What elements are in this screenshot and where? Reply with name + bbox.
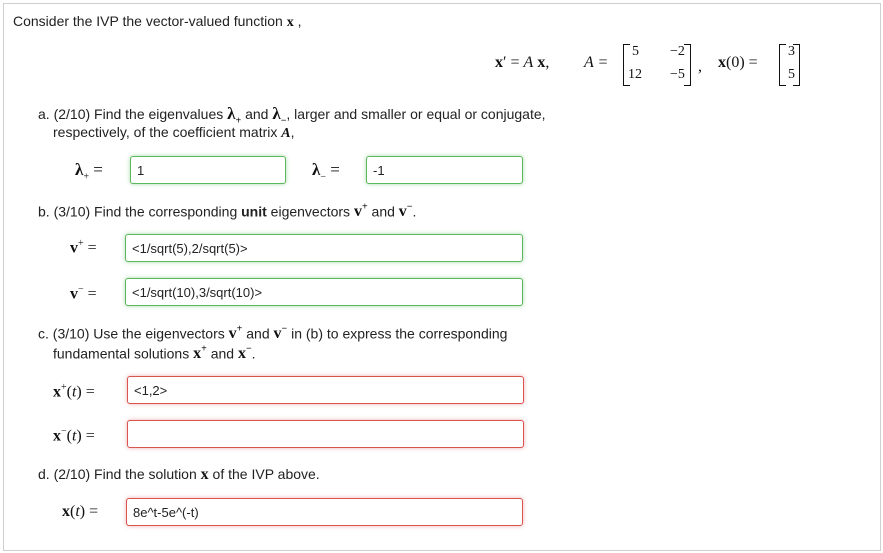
x-solution-input[interactable]: 8e^t-5e^(-t) (126, 498, 523, 526)
matrix-A-label: A = (584, 54, 609, 71)
x-solution-label: x(t) = (62, 503, 99, 520)
left-bracket (779, 44, 786, 86)
lambda-minus-label: λ− = (312, 160, 340, 183)
lambda-plus-label: λ+ = (75, 160, 103, 183)
part-c-text: c. (3/10) Use the eigenvectors v+ and v−… (38, 324, 508, 343)
matrix-entry: 12 (628, 67, 642, 82)
x-plus-label: x+(t) = (53, 382, 95, 401)
matrix-entry: −2 (670, 44, 685, 59)
initial-condition-label: x(0) = (718, 54, 758, 71)
part-c-text-2: fundamental solutions x+ and x−. (53, 344, 256, 363)
part-d-text: d. (2/10) Find the solution x of the IVP… (38, 466, 320, 483)
lambda-plus-input[interactable]: 1 (130, 156, 286, 184)
right-bracket (793, 44, 800, 86)
v-minus-input[interactable]: <1/sqrt(10),3/sqrt(10)> (125, 278, 523, 306)
part-a-text-2: respectively, of the coefficient matrix … (53, 124, 295, 141)
matrix-entry: −5 (670, 67, 685, 82)
right-bracket (684, 44, 691, 86)
part-b-text: b. (3/10) Find the corresponding unit ei… (38, 202, 417, 221)
matrix-entry: 5 (632, 44, 639, 59)
v-plus-input[interactable]: <1/sqrt(5),2/sqrt(5)> (125, 234, 523, 262)
v-plus-label: v+ = (70, 238, 97, 257)
x-minus-label: x−(t) = (53, 426, 95, 445)
x-minus-input[interactable] (127, 420, 524, 448)
lambda-minus-input[interactable]: -1 (366, 156, 523, 184)
ivp-equation: x′ = A x, (495, 54, 550, 71)
v-minus-label: v− = (70, 284, 97, 303)
intro-text: Consider the IVP the vector-valued funct… (13, 13, 302, 30)
x-plus-input[interactable]: <1,2> (127, 376, 524, 404)
